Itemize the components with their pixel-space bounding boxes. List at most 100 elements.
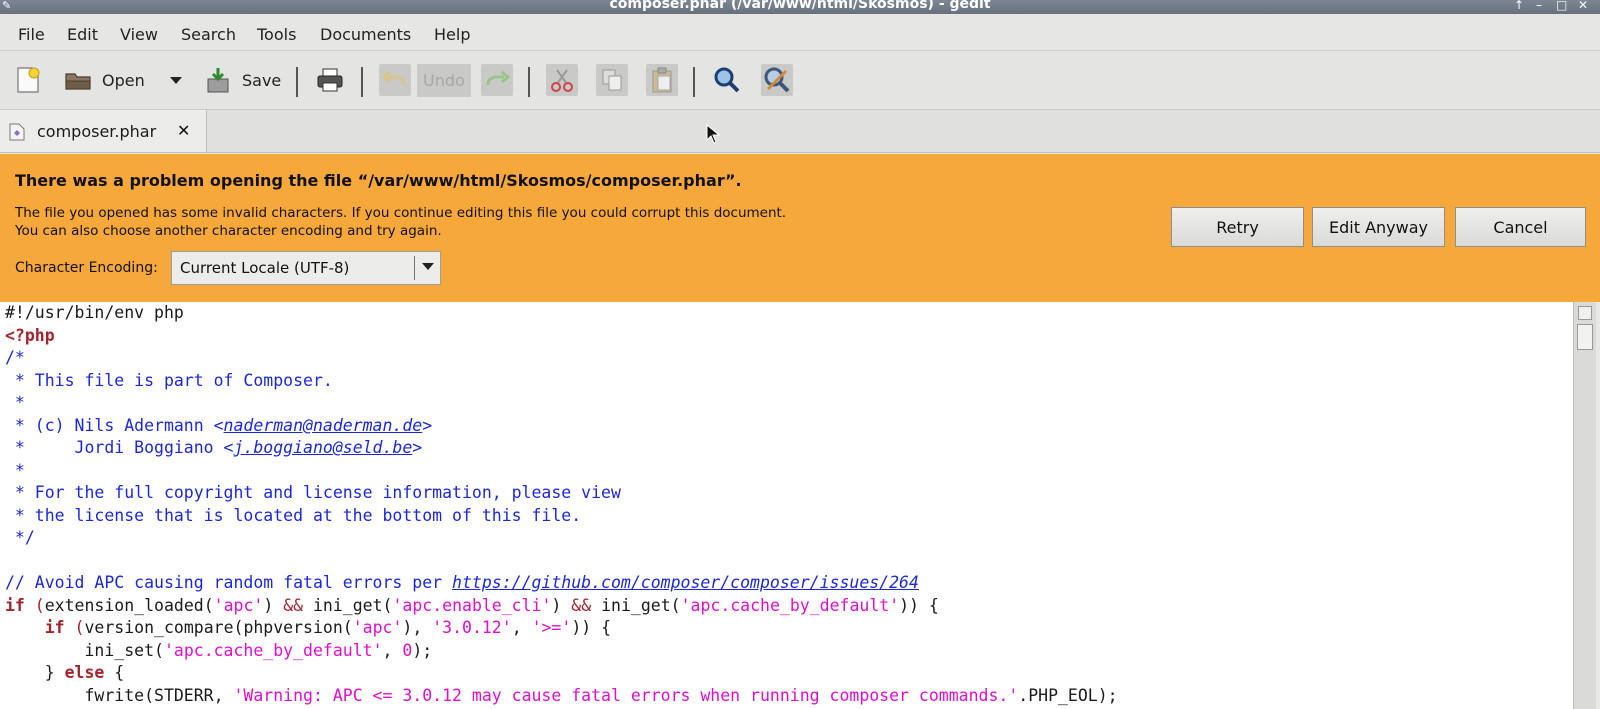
code-line[interactable]: /* (5, 347, 1118, 370)
tab-composer-phar[interactable]: composer.phar ✕ (0, 110, 207, 152)
retry-button[interactable]: Retry (1171, 207, 1304, 247)
code-token: */ (5, 528, 35, 547)
find-replace-icon (761, 64, 793, 96)
open-label: Open (102, 70, 145, 90)
undo-button[interactable]: Undo (379, 62, 471, 98)
code-line[interactable]: * the license that is located at the bot… (5, 505, 1118, 528)
cancel-button[interactable]: Cancel (1455, 207, 1586, 247)
window-shade-icon[interactable]: ↑ (1514, 0, 1524, 11)
open-recent-dropdown[interactable] (160, 62, 192, 98)
menu-file[interactable]: File (18, 25, 45, 44)
code-token: * the license that is located at the bot… (5, 505, 582, 525)
menu-view[interactable]: View (120, 25, 158, 44)
close-window-icon[interactable]: ✕ (1578, 0, 1588, 11)
code-token: 'apc' (213, 595, 264, 615)
code-token: } (5, 663, 65, 682)
code-token: * (5, 393, 25, 412)
code-line[interactable]: ini_set('apc.cache_by_default', 0); (5, 640, 1118, 663)
scroll-up-button[interactable] (1578, 306, 1592, 320)
printer-icon (314, 64, 346, 96)
character-encoding-select[interactable]: Current Locale (UTF-8) (171, 251, 441, 285)
code-line[interactable]: fwrite(STDERR, 'Warning: APC <= 3.0.12 m… (5, 685, 1118, 708)
maximize-icon[interactable]: □ (1556, 0, 1567, 11)
menu-tools[interactable]: Tools (257, 25, 296, 44)
undo-label: Undo (417, 63, 471, 97)
replace-button[interactable] (761, 62, 793, 98)
code-line[interactable]: * For the full copyright and license inf… (5, 482, 1118, 505)
code-line[interactable]: * Jordi Boggiano <j.boggiano@seld.be> (5, 437, 1118, 460)
find-button[interactable] (711, 62, 743, 98)
code-token: ini_set( (5, 640, 164, 660)
document-tabbar: composer.phar ✕ (0, 110, 1600, 153)
toolbar: Open Save Undo (0, 51, 1600, 110)
code-token: ); (412, 640, 433, 660)
encoding-selected-value: Current Locale (UTF-8) (180, 259, 350, 277)
code-line[interactable]: * (5, 460, 1118, 483)
code-line[interactable]: #!/usr/bin/env php (5, 302, 1118, 325)
code-line[interactable]: if (extension_loaded('apc') && ini_get('… (5, 595, 1118, 618)
vertical-scrollbar[interactable] (1573, 302, 1596, 709)
code-line[interactable]: * (5, 392, 1118, 415)
window-title: composer.phar (/var/www/html/Skosmos) - … (609, 0, 991, 12)
code-line[interactable]: */ (5, 527, 1118, 550)
code-line[interactable]: if (version_compare(phpversion('apc'), '… (5, 617, 1118, 640)
code-token: )) { (571, 618, 612, 637)
toolbar-separator (528, 67, 530, 97)
cut-button[interactable] (546, 62, 578, 98)
code-link[interactable]: https://github.com/composer/composer/iss… (452, 573, 919, 592)
print-button[interactable] (314, 62, 346, 98)
mouse-cursor-icon (706, 123, 721, 148)
code-line[interactable]: * (c) Nils Adermann <naderman@naderman.d… (5, 415, 1118, 438)
code-token: * (5, 460, 25, 480)
scrollbar-thumb[interactable] (1577, 324, 1593, 350)
code-token: '3.0.12' (432, 618, 512, 637)
code-line[interactable]: * This file is part of Composer. (5, 370, 1118, 393)
infobar-message-line1: The file you opened has some invalid cha… (15, 205, 787, 221)
save-label: Save (242, 70, 282, 90)
save-button[interactable]: Save (202, 62, 281, 98)
code-link[interactable]: j.boggiano@seld.be (233, 438, 412, 457)
code-view[interactable]: #!/usr/bin/env php <?php /* * This file is… (5, 302, 1118, 707)
file-icon (9, 123, 25, 145)
code-token: if (44, 618, 65, 637)
code-token: .PHP_EOL); (1018, 685, 1118, 705)
redo-button[interactable] (481, 62, 513, 98)
code-link[interactable]: naderman@naderman.de (224, 416, 423, 435)
code-token: && (283, 595, 304, 615)
save-icon (202, 64, 234, 96)
code-line[interactable]: } else { (5, 662, 1118, 685)
code-line[interactable]: <?php (5, 325, 1118, 348)
menu-search[interactable]: Search (181, 25, 236, 44)
close-tab-icon[interactable]: ✕ (177, 121, 190, 140)
menu-edit[interactable]: Edit (67, 25, 98, 44)
text-editor[interactable]: #!/usr/bin/env php <?php /* * This file is… (0, 302, 1573, 709)
minimize-icon[interactable]: – (1536, 0, 1542, 11)
menu-help[interactable]: Help (434, 25, 470, 44)
menu-bar: File Edit View Search Tools Documents He… (0, 14, 1600, 51)
search-icon (711, 64, 743, 96)
code-token: '>=' (531, 618, 572, 637)
paste-button[interactable] (646, 62, 678, 98)
code-token: ( (24, 595, 45, 615)
menu-documents[interactable]: Documents (320, 25, 411, 44)
chevron-down-icon (160, 64, 192, 96)
toolbar-separator (361, 67, 363, 97)
new-document-button[interactable] (12, 62, 44, 98)
code-line[interactable] (5, 550, 1118, 573)
code-token: * For the full copyright and license inf… (5, 483, 621, 502)
edit-anyway-button[interactable]: Edit Anyway (1312, 207, 1445, 247)
code-token: { (104, 663, 125, 682)
window-titlebar[interactable]: ✎ composer.phar (/var/www/html/Skosmos) … (0, 0, 1600, 14)
code-token: ) (263, 595, 284, 615)
encoding-error-infobar: There was a problem opening the file “/v… (0, 154, 1600, 302)
code-token: if (5, 595, 25, 615)
copy-button[interactable] (596, 62, 628, 98)
code-token: * Jordi Boggiano < (5, 438, 234, 457)
redo-icon (481, 64, 513, 96)
code-line[interactable]: // Avoid APC causing random fatal errors… (5, 572, 1118, 595)
code-token: ) (551, 595, 572, 615)
open-button[interactable]: Open (62, 62, 145, 98)
code-token: fwrite(STDERR, (5, 685, 234, 705)
toolbar-separator (693, 67, 695, 97)
